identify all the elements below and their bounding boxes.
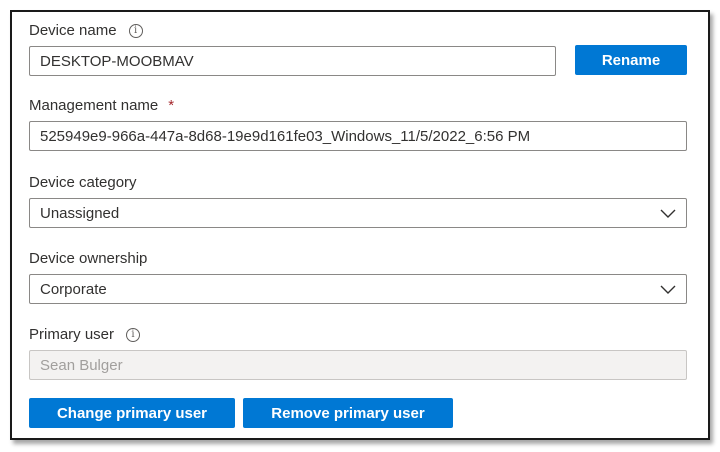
device-category-label: Device category xyxy=(29,174,137,191)
device-name-input[interactable]: DESKTOP-MOOBMAV xyxy=(29,46,556,76)
info-icon[interactable]: i xyxy=(128,23,143,38)
device-category-dropdown[interactable]: Unassigned xyxy=(29,198,687,228)
rename-button[interactable]: Rename xyxy=(575,45,687,75)
remove-primary-user-button[interactable]: Remove primary user xyxy=(243,398,453,428)
device-category-value: Unassigned xyxy=(40,204,120,222)
device-category-label-text: Device category xyxy=(29,174,137,191)
management-name-input[interactable]: 525949e9-966a-447a-8d68-19e9d161fe03_Win… xyxy=(29,121,687,151)
device-ownership-dropdown[interactable]: Corporate xyxy=(29,274,687,304)
device-ownership-label: Device ownership xyxy=(29,250,147,267)
primary-user-label-text: Primary user xyxy=(29,326,115,343)
primary-user-label: Primary user i xyxy=(29,326,141,343)
management-name-label: Management name * xyxy=(29,97,174,114)
change-primary-user-button[interactable]: Change primary user xyxy=(29,398,235,428)
primary-user-value: Sean Bulger xyxy=(40,356,123,374)
device-name-value: DESKTOP-MOOBMAV xyxy=(40,52,194,70)
chevron-down-icon xyxy=(660,209,676,218)
required-marker: * xyxy=(168,97,175,114)
primary-user-input: Sean Bulger xyxy=(29,350,687,380)
device-name-label: Device name i xyxy=(29,22,143,39)
device-name-label-text: Device name xyxy=(29,22,117,39)
management-name-label-text: Management name xyxy=(29,97,159,114)
device-ownership-label-text: Device ownership xyxy=(29,250,148,267)
device-ownership-value: Corporate xyxy=(40,280,107,298)
info-icon[interactable]: i xyxy=(126,327,141,342)
chevron-down-icon xyxy=(660,285,676,294)
management-name-value: 525949e9-966a-447a-8d68-19e9d161fe03_Win… xyxy=(40,127,531,145)
